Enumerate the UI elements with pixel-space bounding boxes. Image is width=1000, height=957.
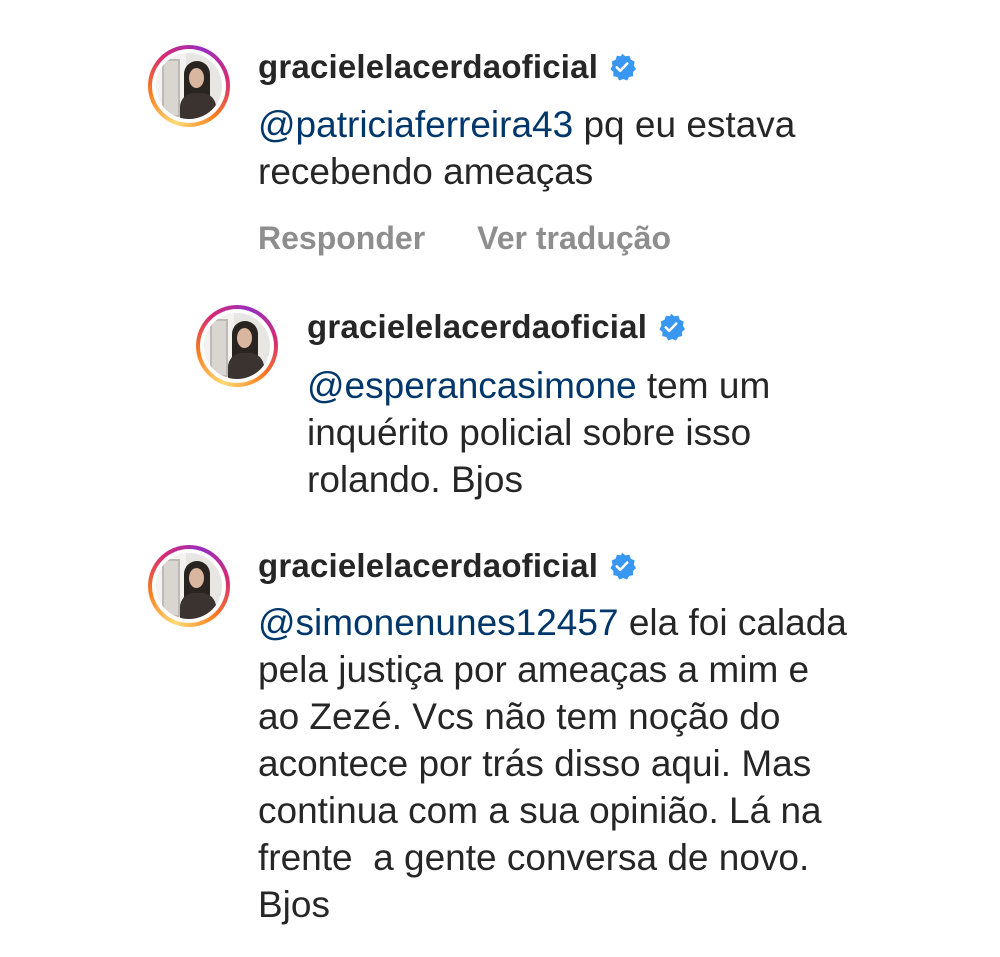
comment-line: pela justiça por ameaças a mim e	[258, 649, 810, 690]
comment-line: inquérito policial sobre isso	[307, 412, 752, 453]
comment-line: tem um	[636, 365, 771, 406]
comment-line: recebendo ameaças	[258, 151, 594, 192]
comment-line: ela foi calada	[618, 602, 847, 643]
comment-line: ao Zezé. Vcs não tem noção do	[258, 696, 781, 737]
comment-line: pq eu estava	[573, 104, 796, 145]
comment-text: @esperancasimone tem um inquérito polici…	[307, 362, 967, 503]
avatar[interactable]	[148, 545, 230, 627]
comment-text: @simonenunes12457 ela foi calada pela ju…	[258, 599, 978, 928]
translate-button[interactable]: Ver tradução	[477, 220, 671, 257]
mention-link[interactable]: @esperancasimone	[307, 365, 637, 406]
username-link[interactable]: gracielelacerdaoficial	[307, 308, 647, 346]
mention-link[interactable]: @patriciaferreira43	[258, 104, 573, 145]
comment-line: rolando. Bjos	[307, 459, 523, 500]
comment-username[interactable]: gracielelacerdaoficial	[258, 48, 637, 86]
reply-button[interactable]: Responder	[258, 220, 425, 257]
comment-username[interactable]: gracielelacerdaoficial	[258, 547, 637, 585]
comment-line: Bjos	[258, 884, 330, 925]
avatar[interactable]	[148, 45, 230, 127]
verified-badge-icon	[659, 313, 686, 341]
username-link[interactable]: gracielelacerdaoficial	[258, 547, 598, 585]
mention-link[interactable]: @simonenunes12457	[258, 602, 619, 643]
comment-username[interactable]: gracielelacerdaoficial	[307, 308, 686, 346]
verified-badge-icon	[610, 552, 637, 580]
verified-badge-icon	[610, 53, 637, 81]
comment-line: continua com a sua opinião. Lá na	[258, 790, 822, 831]
comment-line: acontece por trás disso aqui. Mas	[258, 743, 812, 784]
avatar[interactable]	[196, 305, 278, 387]
comment-actions: Responder Ver tradução	[258, 220, 671, 257]
comment-line: frente a gente conversa de novo.	[258, 837, 810, 878]
comment-text: @patriciaferreira43 pq eu estava receben…	[258, 101, 958, 195]
username-link[interactable]: gracielelacerdaoficial	[258, 48, 598, 86]
